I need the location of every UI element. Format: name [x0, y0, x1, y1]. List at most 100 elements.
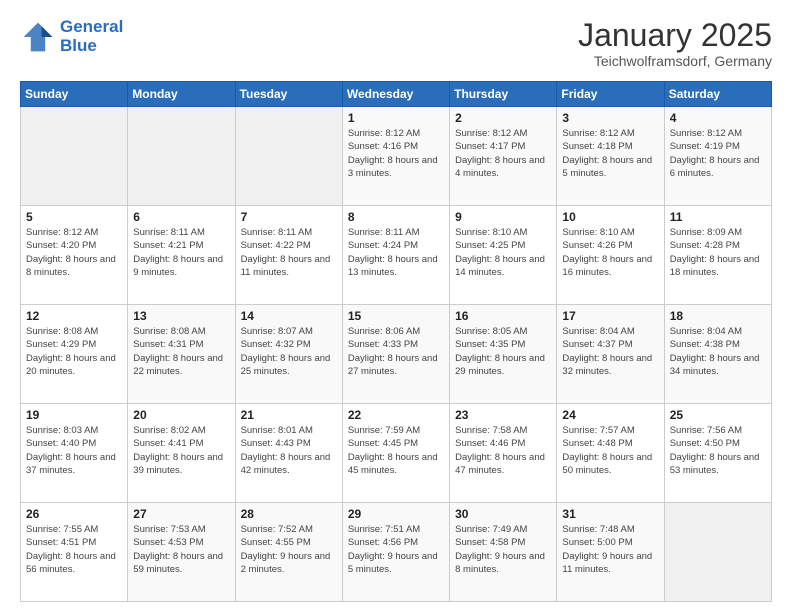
day-num-15: 15	[348, 309, 444, 323]
day-info-11: Sunrise: 8:09 AM Sunset: 4:28 PM Dayligh…	[670, 226, 766, 279]
day-info-8: Sunrise: 8:11 AM Sunset: 4:24 PM Dayligh…	[348, 226, 444, 279]
week-row-0: 1Sunrise: 8:12 AM Sunset: 4:16 PM Daylig…	[21, 107, 772, 206]
day-num-21: 21	[241, 408, 337, 422]
cell-w1-d5: 10Sunrise: 8:10 AM Sunset: 4:26 PM Dayli…	[557, 206, 664, 305]
day-num-29: 29	[348, 507, 444, 521]
day-info-15: Sunrise: 8:06 AM Sunset: 4:33 PM Dayligh…	[348, 325, 444, 378]
day-info-13: Sunrise: 8:08 AM Sunset: 4:31 PM Dayligh…	[133, 325, 229, 378]
week-row-2: 12 Sunrise: 8:08 AM Sunset: 4:29 PM Dayli…	[21, 305, 772, 404]
day-num-19: 19	[26, 408, 122, 422]
cell-w2-d3: 15 Sunrise: 8:06 AM Sunset: 4:33 PM Dayli…	[342, 305, 449, 404]
day-info-31: Sunrise: 7:48 AM Sunset: 5:00 PM Dayligh…	[562, 523, 658, 576]
day-num-26: 26	[26, 507, 122, 521]
day-num-2: 2	[455, 111, 551, 125]
subtitle: Teichwolframsdorf, Germany	[578, 53, 772, 69]
cell-w3-d4: 23 Sunrise: 7:58 AM Sunset: 4:46 PM Dayli…	[450, 404, 557, 503]
calendar-header-row: Sunday Monday Tuesday Wednesday Thursday…	[21, 82, 772, 107]
day-num-24: 24	[562, 408, 658, 422]
cell-w4-d2: 28 Sunrise: 7:52 AM Sunset: 4:55 PM Dayli…	[235, 503, 342, 602]
logo-line2: Blue	[60, 36, 97, 55]
day-num-7: 7	[241, 210, 337, 224]
day-info-6: Sunrise: 8:11 AM Sunset: 4:21 PM Dayligh…	[133, 226, 229, 279]
cell-w0-d5: 3 Sunrise: 8:12 AM Sunset: 4:18 PM Daylig…	[557, 107, 664, 206]
day-num-4: 4	[670, 111, 766, 125]
cell-w4-d0: 26Sunrise: 7:55 AM Sunset: 4:51 PM Dayli…	[21, 503, 128, 602]
day-num-27: 27	[133, 507, 229, 521]
cell-w2-d5: 17 Sunrise: 8:04 AM Sunset: 4:37 PM Dayli…	[557, 305, 664, 404]
day-info-17: Sunrise: 8:04 AM Sunset: 4:37 PM Dayligh…	[562, 325, 658, 378]
cell-w1-d6: 11Sunrise: 8:09 AM Sunset: 4:28 PM Dayli…	[664, 206, 771, 305]
day-info-1: Sunrise: 8:12 AM Sunset: 4:16 PM Dayligh…	[348, 127, 444, 180]
col-sunday: Sunday	[21, 82, 128, 107]
day-info-7: Sunrise: 8:11 AM Sunset: 4:22 PM Dayligh…	[241, 226, 337, 279]
day-info-21: Sunrise: 8:01 AM Sunset: 4:43 PM Dayligh…	[241, 424, 337, 477]
day-num-28: 28	[241, 507, 337, 521]
day-info-3: Sunrise: 8:12 AM Sunset: 4:18 PM Dayligh…	[562, 127, 658, 180]
day-info-9: Sunrise: 8:10 AM Sunset: 4:25 PM Dayligh…	[455, 226, 551, 279]
header: General Blue January 2025 Teichwolframsd…	[20, 18, 772, 69]
cell-w4-d5: 31Sunrise: 7:48 AM Sunset: 5:00 PM Dayli…	[557, 503, 664, 602]
cell-w0-d3: 1Sunrise: 8:12 AM Sunset: 4:16 PM Daylig…	[342, 107, 449, 206]
day-info-12: Sunrise: 8:08 AM Sunset: 4:29 PM Dayligh…	[26, 325, 122, 378]
col-tuesday: Tuesday	[235, 82, 342, 107]
cell-w2-d2: 14 Sunrise: 8:07 AM Sunset: 4:32 PM Dayli…	[235, 305, 342, 404]
calendar-table: Sunday Monday Tuesday Wednesday Thursday…	[20, 81, 772, 602]
cell-w0-d6: 4 Sunrise: 8:12 AM Sunset: 4:19 PM Daylig…	[664, 107, 771, 206]
day-num-13: 13	[133, 309, 229, 323]
day-num-22: 22	[348, 408, 444, 422]
day-info-14: Sunrise: 8:07 AM Sunset: 4:32 PM Dayligh…	[241, 325, 337, 378]
cell-w3-d3: 22 Sunrise: 7:59 AM Sunset: 4:45 PM Dayli…	[342, 404, 449, 503]
cell-w1-d4: 9 Sunrise: 8:10 AM Sunset: 4:25 PM Daylig…	[450, 206, 557, 305]
cell-w1-d1: 6 Sunrise: 8:11 AM Sunset: 4:21 PM Daylig…	[128, 206, 235, 305]
day-info-25: Sunrise: 7:56 AM Sunset: 4:50 PM Dayligh…	[670, 424, 766, 477]
cell-w4-d4: 30Sunrise: 7:49 AM Sunset: 4:58 PM Dayli…	[450, 503, 557, 602]
main-title: January 2025	[578, 18, 772, 53]
day-num-16: 16	[455, 309, 551, 323]
day-num-10: 10	[562, 210, 658, 224]
day-num-12: 12	[26, 309, 122, 323]
week-row-3: 19Sunrise: 8:03 AM Sunset: 4:40 PM Dayli…	[21, 404, 772, 503]
cell-w1-d0: 5Sunrise: 8:12 AM Sunset: 4:20 PM Daylig…	[21, 206, 128, 305]
cell-w3-d1: 20 Sunrise: 8:02 AM Sunset: 4:41 PM Dayli…	[128, 404, 235, 503]
cell-w0-d1	[128, 107, 235, 206]
cell-w3-d5: 24 Sunrise: 7:57 AM Sunset: 4:48 PM Dayli…	[557, 404, 664, 503]
day-num-20: 20	[133, 408, 229, 422]
cell-w4-d3: 29Sunrise: 7:51 AM Sunset: 4:56 PM Dayli…	[342, 503, 449, 602]
day-info-30: Sunrise: 7:49 AM Sunset: 4:58 PM Dayligh…	[455, 523, 551, 576]
logo: General Blue	[20, 18, 123, 55]
cell-w0-d0	[21, 107, 128, 206]
day-info-23: Sunrise: 7:58 AM Sunset: 4:46 PM Dayligh…	[455, 424, 551, 477]
col-saturday: Saturday	[664, 82, 771, 107]
cell-w2-d6: 18 Sunrise: 8:04 AM Sunset: 4:38 PM Dayli…	[664, 305, 771, 404]
week-row-4: 26Sunrise: 7:55 AM Sunset: 4:51 PM Dayli…	[21, 503, 772, 602]
day-info-4: Sunrise: 8:12 AM Sunset: 4:19 PM Dayligh…	[670, 127, 766, 180]
logo-text: General Blue	[60, 18, 123, 55]
day-info-27: Sunrise: 7:53 AM Sunset: 4:53 PM Dayligh…	[133, 523, 229, 576]
day-num-17: 17	[562, 309, 658, 323]
day-num-8: 8	[348, 210, 444, 224]
cell-w0-d4: 2 Sunrise: 8:12 AM Sunset: 4:17 PM Daylig…	[450, 107, 557, 206]
day-info-28: Sunrise: 7:52 AM Sunset: 4:55 PM Dayligh…	[241, 523, 337, 576]
cell-w4-d1: 27 Sunrise: 7:53 AM Sunset: 4:53 PM Dayli…	[128, 503, 235, 602]
cell-w2-d1: 13 Sunrise: 8:08 AM Sunset: 4:31 PM Dayli…	[128, 305, 235, 404]
col-monday: Monday	[128, 82, 235, 107]
day-num-3: 3	[562, 111, 658, 125]
day-info-22: Sunrise: 7:59 AM Sunset: 4:45 PM Dayligh…	[348, 424, 444, 477]
day-info-18: Sunrise: 8:04 AM Sunset: 4:38 PM Dayligh…	[670, 325, 766, 378]
day-num-23: 23	[455, 408, 551, 422]
page: General Blue January 2025 Teichwolframsd…	[0, 0, 792, 612]
cell-w1-d2: 7 Sunrise: 8:11 AM Sunset: 4:22 PM Daylig…	[235, 206, 342, 305]
cell-w3-d2: 21 Sunrise: 8:01 AM Sunset: 4:43 PM Dayli…	[235, 404, 342, 503]
day-info-2: Sunrise: 8:12 AM Sunset: 4:17 PM Dayligh…	[455, 127, 551, 180]
col-thursday: Thursday	[450, 82, 557, 107]
day-num-18: 18	[670, 309, 766, 323]
day-info-24: Sunrise: 7:57 AM Sunset: 4:48 PM Dayligh…	[562, 424, 658, 477]
cell-w0-d2	[235, 107, 342, 206]
title-block: January 2025 Teichwolframsdorf, Germany	[578, 18, 772, 69]
day-num-6: 6	[133, 210, 229, 224]
day-num-14: 14	[241, 309, 337, 323]
day-num-9: 9	[455, 210, 551, 224]
week-row-1: 5Sunrise: 8:12 AM Sunset: 4:20 PM Daylig…	[21, 206, 772, 305]
day-info-20: Sunrise: 8:02 AM Sunset: 4:41 PM Dayligh…	[133, 424, 229, 477]
logo-icon	[20, 19, 56, 55]
